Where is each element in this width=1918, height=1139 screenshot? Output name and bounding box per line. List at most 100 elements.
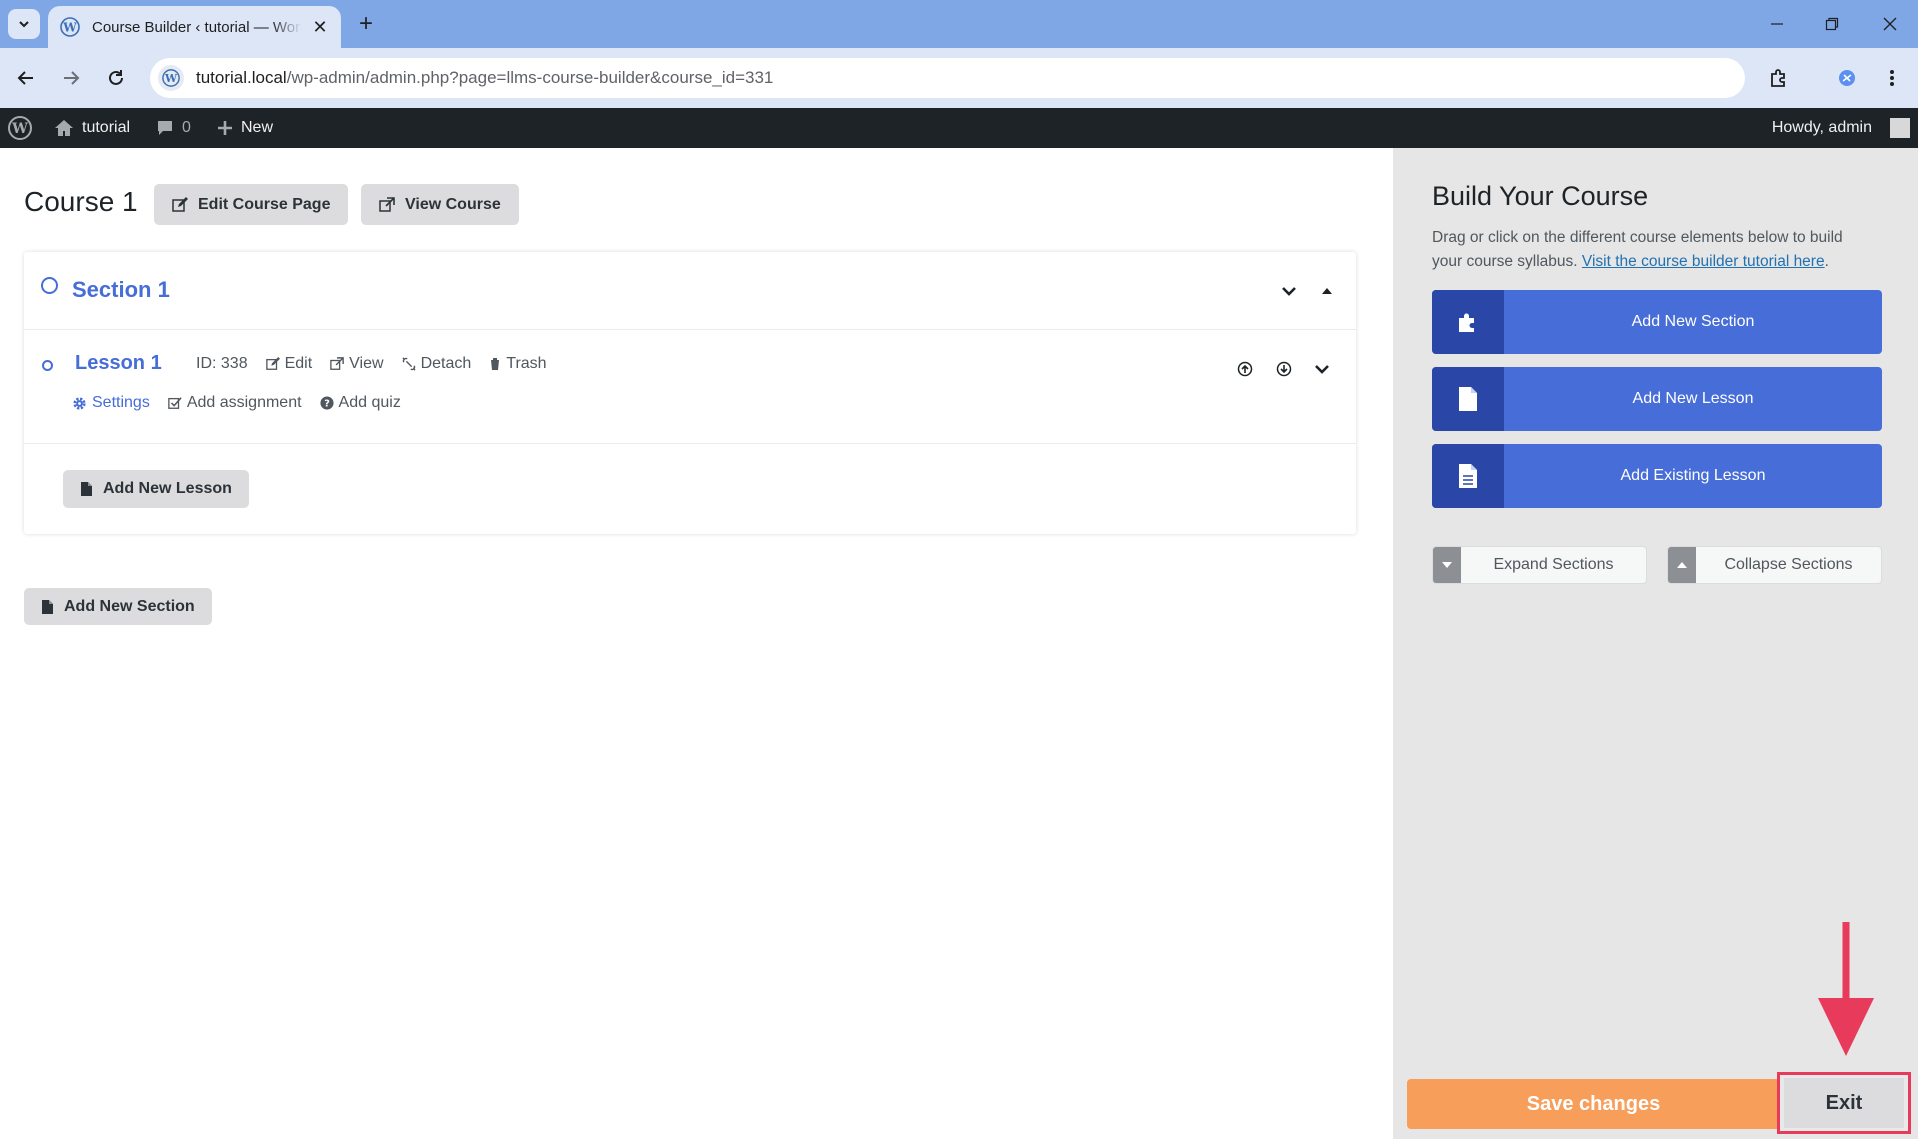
lesson-title[interactable]: Lesson 1 <box>75 352 162 375</box>
lesson-settings-link[interactable]: Settings <box>72 394 150 412</box>
extensions-icon[interactable] <box>1763 62 1795 94</box>
lesson-status-icon <box>42 360 53 371</box>
collapse-sections-button[interactable]: Collapse Sections <box>1667 546 1882 584</box>
add-new-lesson-label: Add New Lesson <box>1632 390 1754 407</box>
add-new-section-label: Add New Section <box>1631 313 1755 330</box>
edit-icon <box>265 357 280 370</box>
svg-text:W: W <box>164 72 178 85</box>
collapse-sections-label: Collapse Sections <box>1724 556 1853 573</box>
add-new-lesson-button[interactable]: Add New Lesson <box>1432 367 1882 431</box>
browser-toolbar: W tutorial.local/wp-admin/admin.php?page… <box>0 48 1918 108</box>
panel-title: Build Your Course <box>1432 181 1649 211</box>
add-new-lesson-inline-button[interactable]: Add New Lesson <box>63 470 249 508</box>
browser-menu-icon[interactable] <box>1876 62 1908 94</box>
external-link-icon <box>379 196 395 212</box>
forward-icon[interactable] <box>55 62 87 94</box>
expand-sections-label: Expand Sections <box>1493 556 1614 573</box>
course-builder-main: Course 1 Edit Course Page View Course Se… <box>0 148 1393 1139</box>
exit-button[interactable]: Exit <box>1784 1078 1904 1128</box>
collapse-section-icon[interactable] <box>1317 281 1337 301</box>
lesson-settings-label: Settings <box>92 394 150 411</box>
expand-sections-button[interactable]: Expand Sections <box>1432 546 1647 584</box>
reload-icon[interactable] <box>100 62 132 94</box>
lesson-detach-link[interactable]: Detach <box>401 355 471 373</box>
edit-course-page-label: Edit Course Page <box>198 195 331 213</box>
tab-search-button[interactable] <box>8 9 40 39</box>
edit-course-page-button[interactable]: Edit Course Page <box>154 184 349 225</box>
add-new-section-inline-button[interactable]: Add New Section <box>24 588 212 625</box>
add-quiz-link[interactable]: ? Add quiz <box>319 394 401 412</box>
comments-link[interactable]: 0 <box>156 108 191 148</box>
lesson-view-link[interactable]: View <box>330 355 384 373</box>
add-new-section-button[interactable]: Add New Section <box>1432 290 1882 354</box>
lesson-trash-link[interactable]: Trash <box>489 355 547 373</box>
add-new-lesson-inline-label: Add New Lesson <box>103 480 232 497</box>
svg-text:?: ? <box>324 399 330 410</box>
minimize-window-icon[interactable] <box>1763 10 1791 38</box>
unlink-icon <box>401 357 416 371</box>
new-tab-button[interactable]: + <box>352 10 380 38</box>
site-name: tutorial <box>82 119 131 136</box>
trash-icon <box>490 358 501 370</box>
svg-text:W: W <box>11 121 28 137</box>
browser-tab-strip: W Course Builder ‹ tutorial — WordPress … <box>0 0 1918 48</box>
close-window-icon[interactable] <box>1876 10 1904 38</box>
lesson-row[interactable]: Lesson 1 ID: 338 Edit View Detach Trash … <box>24 330 1356 444</box>
account-menu[interactable]: Howdy, admin <box>1772 108 1910 148</box>
wp-logo-icon[interactable]: W <box>8 108 32 148</box>
view-course-label: View Course <box>405 195 501 213</box>
add-assignment-link[interactable]: Add assignment <box>168 394 302 412</box>
add-assignment-label: Add assignment <box>186 394 302 411</box>
home-icon <box>55 120 73 136</box>
move-up-icon[interactable] <box>1235 359 1255 379</box>
new-content-link[interactable]: New <box>217 108 273 148</box>
chevron-down-icon[interactable] <box>1279 281 1299 301</box>
avatar <box>1890 118 1910 138</box>
tutorial-link[interactable]: Visit the course builder tutorial here <box>1582 253 1825 270</box>
lesson-actions: Settings Add assignment ? Add quiz <box>72 394 401 412</box>
chevron-down-icon[interactable] <box>1312 359 1332 379</box>
caret-up-icon <box>1668 547 1696 583</box>
annotation-arrow-icon <box>1818 922 1874 1056</box>
section-title[interactable]: Section 1 <box>72 277 170 303</box>
view-course-button[interactable]: View Course <box>361 184 519 225</box>
section-card[interactable]: Section 1 Lesson 1 ID: 338 Edit View Det… <box>24 252 1356 534</box>
panel-description: Drag or click on the different course el… <box>1432 229 1843 270</box>
lesson-edit-link[interactable]: Edit <box>265 355 312 373</box>
site-info-icon[interactable]: W <box>158 65 184 91</box>
lesson-id: ID: 338 <box>196 355 248 372</box>
site-name-link[interactable]: tutorial <box>54 108 130 148</box>
comment-icon <box>158 121 172 135</box>
add-existing-lesson-button[interactable]: Add Existing Lesson <box>1432 444 1882 508</box>
puzzle-icon <box>1432 290 1504 354</box>
file-icon <box>81 482 92 496</box>
caret-down-icon <box>1433 547 1461 583</box>
url-path: /wp-admin/admin.php?page=llms-course-bui… <box>286 68 774 87</box>
chevron-down-icon <box>19 21 29 28</box>
exit-highlight-box: Exit <box>1777 1072 1911 1134</box>
add-quiz-label: Add quiz <box>338 394 401 411</box>
lesson-meta: ID: 338 Edit View Detach Trash <box>196 355 547 373</box>
move-down-icon[interactable] <box>1274 359 1294 379</box>
restore-window-icon[interactable] <box>1818 10 1846 38</box>
lesson-trash-label: Trash <box>506 355 547 372</box>
section-header[interactable]: Section 1 <box>24 252 1356 330</box>
back-icon[interactable] <box>10 62 42 94</box>
file-icon <box>1432 367 1504 431</box>
address-bar[interactable]: W tutorial.local/wp-admin/admin.php?page… <box>150 58 1745 98</box>
svg-text:W: W <box>62 21 77 35</box>
greeting-text: Howdy, admin <box>1771 119 1872 136</box>
external-link-icon <box>330 357 344 370</box>
save-changes-button[interactable]: Save changes <box>1407 1079 1780 1129</box>
new-label: New <box>241 119 274 136</box>
add-existing-lesson-label: Add Existing Lesson <box>1620 467 1766 484</box>
profile-extension-icon[interactable] <box>1831 62 1863 94</box>
file-text-icon <box>1432 444 1504 508</box>
add-new-section-inline-label: Add New Section <box>64 597 195 615</box>
browser-tab-active[interactable]: W Course Builder ‹ tutorial — WordPress … <box>48 6 341 48</box>
gear-icon <box>73 396 86 410</box>
file-icon <box>42 599 53 614</box>
close-tab-icon[interactable]: ✕ <box>311 17 329 38</box>
lesson-view-label: View <box>349 355 384 372</box>
course-title: Course 1 <box>24 186 138 217</box>
